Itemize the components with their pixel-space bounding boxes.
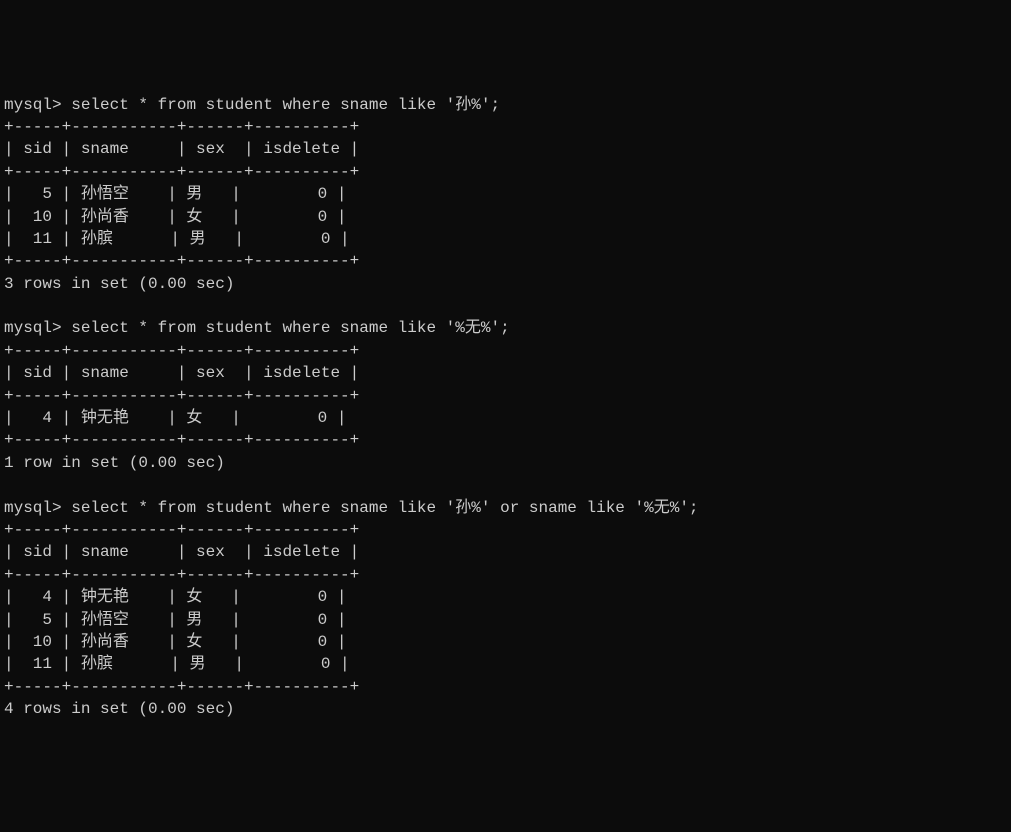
table-border: +-----+-----------+------+----------+ xyxy=(4,163,359,181)
prompt: mysql> xyxy=(4,96,71,114)
table-row: | 5 | 孙悟空 | 男 | 0 | xyxy=(4,611,346,629)
table-border: +-----+-----------+------+----------+ xyxy=(4,678,359,696)
table-row: | 10 | 孙尚香 | 女 | 0 | xyxy=(4,633,346,651)
sql-command: select * from student where sname like '… xyxy=(71,499,698,517)
table-border: +-----+-----------+------+----------+ xyxy=(4,252,359,270)
table-border: +-----+-----------+------+----------+ xyxy=(4,342,359,360)
table-border: +-----+-----------+------+----------+ xyxy=(4,566,359,584)
sql-command: select * from student where sname like '… xyxy=(71,319,509,337)
table-header: | sid | sname | sex | isdelete | xyxy=(4,543,359,561)
table-header: | sid | sname | sex | isdelete | xyxy=(4,364,359,382)
table-row: | 11 | 孙膑 | 男 | 0 | xyxy=(4,655,350,673)
table-border: +-----+-----------+------+----------+ xyxy=(4,521,359,539)
prompt: mysql> xyxy=(4,499,71,517)
terminal-output[interactable]: mysql> select * from student where sname… xyxy=(4,94,1007,721)
prompt: mysql> xyxy=(4,319,71,337)
query-block-1: mysql> select * from student where sname… xyxy=(4,96,500,293)
table-row: | 5 | 孙悟空 | 男 | 0 | xyxy=(4,185,346,203)
result-summary: 3 rows in set (0.00 sec) xyxy=(4,275,234,293)
query-block-2: mysql> select * from student where sname… xyxy=(4,319,510,471)
table-row: | 10 | 孙尚香 | 女 | 0 | xyxy=(4,208,346,226)
table-border: +-----+-----------+------+----------+ xyxy=(4,118,359,136)
table-border: +-----+-----------+------+----------+ xyxy=(4,387,359,405)
table-header: | sid | sname | sex | isdelete | xyxy=(4,140,359,158)
query-block-3: mysql> select * from student where sname… xyxy=(4,499,699,719)
result-summary: 4 rows in set (0.00 sec) xyxy=(4,700,234,718)
table-row: | 11 | 孙膑 | 男 | 0 | xyxy=(4,230,350,248)
table-border: +-----+-----------+------+----------+ xyxy=(4,431,359,449)
table-row: | 4 | 钟无艳 | 女 | 0 | xyxy=(4,588,346,606)
result-summary: 1 row in set (0.00 sec) xyxy=(4,454,225,472)
table-row: | 4 | 钟无艳 | 女 | 0 | xyxy=(4,409,346,427)
sql-command: select * from student where sname like '… xyxy=(71,96,500,114)
